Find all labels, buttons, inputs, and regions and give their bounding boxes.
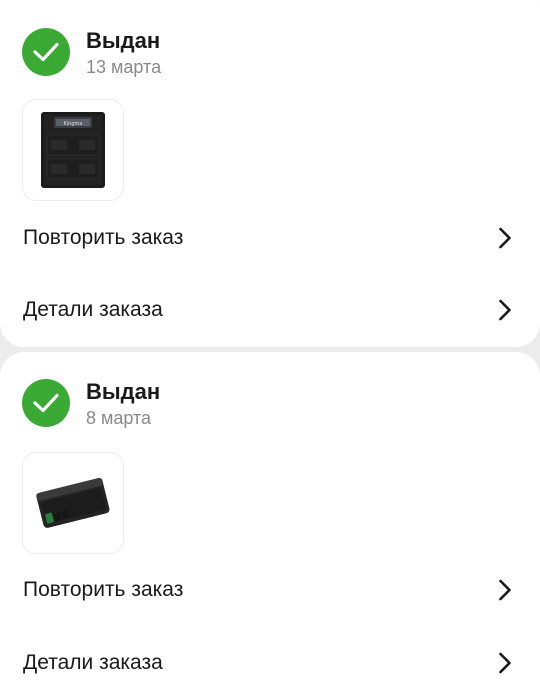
order-details-label: Детали заказа <box>23 651 163 674</box>
chevron-right-icon <box>499 227 511 249</box>
brand-mark: Kingma <box>64 121 83 127</box>
repeat-order-label: Повторить заказ <box>23 226 184 249</box>
order-date: 13 марта <box>86 57 162 77</box>
product-thumbnail[interactable]: Kingma <box>22 99 124 201</box>
order-status: Выдан 8 марта <box>22 379 160 430</box>
status-title: Выдан <box>86 379 161 404</box>
status-check-icon <box>22 379 70 427</box>
repeat-order-button[interactable]: Повторить заказ <box>0 560 540 620</box>
order-details-button[interactable]: Детали заказа <box>0 280 540 340</box>
product-thumbnail[interactable] <box>22 452 124 554</box>
order-card: Выдан 8 марта Повторить заказ Детали зак… <box>0 352 540 699</box>
order-card: Выдан 13 марта Kingma Повторить заказ Де… <box>0 0 540 347</box>
repeat-order-button[interactable]: Повторить заказ <box>0 208 540 268</box>
chevron-right-icon <box>499 299 511 321</box>
chevron-right-icon <box>499 579 511 601</box>
battery-charger-image: Kingma <box>41 112 105 188</box>
repeat-order-label: Повторить заказ <box>23 578 184 601</box>
chevron-right-icon <box>499 652 511 674</box>
order-date: 8 марта <box>86 408 152 428</box>
order-details-label: Детали заказа <box>23 298 163 321</box>
status-title: Выдан <box>86 28 161 53</box>
order-details-button[interactable]: Детали заказа <box>0 633 540 693</box>
order-status: Выдан 13 марта <box>22 28 161 79</box>
camera-battery-image <box>36 477 110 528</box>
status-check-icon <box>22 28 70 76</box>
